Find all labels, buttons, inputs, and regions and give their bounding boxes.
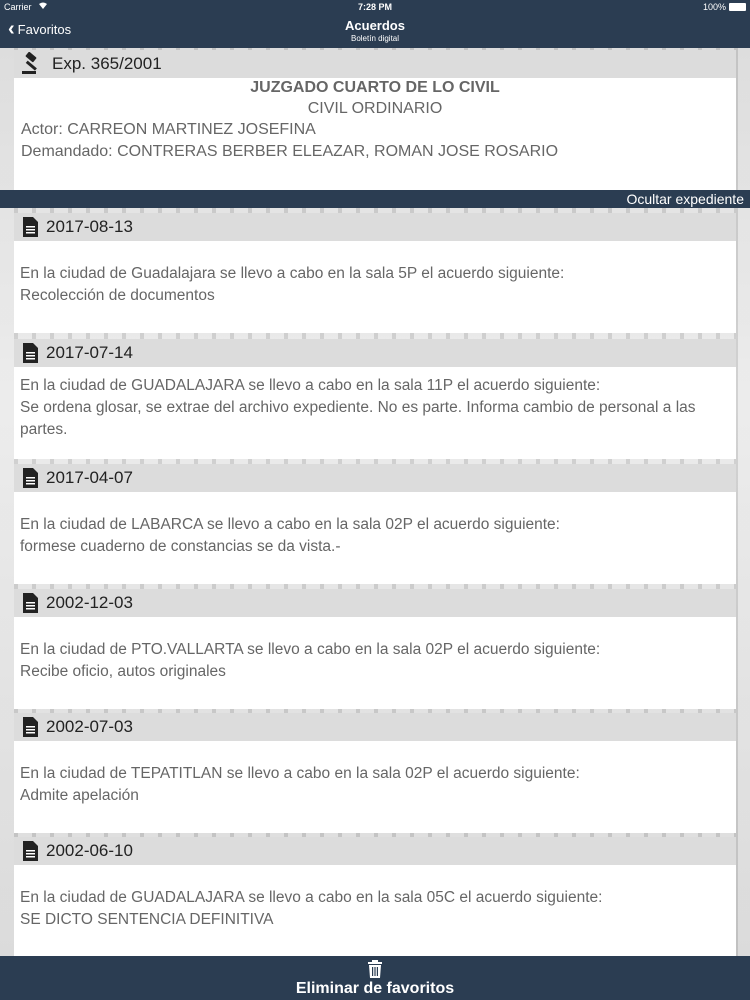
acuerdo-date: 2002-12-03 bbox=[46, 593, 133, 612]
expediente-header: Exp. 365/2001 bbox=[14, 50, 736, 78]
status-time: 7:28 PM bbox=[357, 2, 392, 12]
document-icon bbox=[23, 217, 38, 237]
acuerdo-description: Se ordena glosar, se extrae del archivo … bbox=[20, 399, 696, 438]
acuerdo-header: 2017-08-13 bbox=[14, 213, 736, 241]
acuerdo-location: En la ciudad de Guadalajara se llevo a c… bbox=[20, 265, 565, 282]
document-icon bbox=[23, 468, 38, 488]
document-icon bbox=[23, 593, 38, 613]
trash-icon bbox=[368, 960, 382, 978]
acuerdo-location: En la ciudad de GUADALAJARA se llevo a c… bbox=[20, 377, 601, 394]
acuerdo-date: 2002-07-03 bbox=[46, 717, 133, 736]
acuerdo-header: 2017-04-07 bbox=[14, 464, 736, 492]
remove-favorite-button[interactable]: Eliminar de favoritos bbox=[0, 956, 750, 1000]
acuerdo-date: 2017-08-13 bbox=[46, 217, 133, 236]
acuerdo-description: Recibe oficio, autos originales bbox=[20, 663, 226, 680]
expediente-number: Exp. 365/2001 bbox=[52, 54, 162, 73]
acuerdo-location: En la ciudad de PTO.VALLARTA se llevo a … bbox=[20, 641, 601, 658]
gavel-icon bbox=[22, 52, 37, 74]
acuerdo-location: En la ciudad de LABARCA se llevo a cabo … bbox=[20, 516, 560, 533]
acuerdo-header: 2002-06-10 bbox=[14, 837, 736, 865]
acuerdo-body: En la ciudad de PTO.VALLARTA se llevo a … bbox=[20, 639, 730, 683]
navigation-bar: ‹ Favoritos Acuerdos Boletín digital bbox=[0, 14, 750, 48]
acuerdo-item[interactable]: 2002-06-10 En la ciudad de GUADALAJARA s… bbox=[14, 837, 736, 957]
acuerdo-description: SE DICTO SENTENCIA DEFINITIVA bbox=[20, 911, 274, 928]
actor-text: Actor: CARREON MARTINEZ JOSEFINA bbox=[21, 121, 316, 138]
battery-percent: 100% bbox=[702, 2, 726, 12]
acuerdo-body: En la ciudad de TEPATITLAN se llevo a ca… bbox=[20, 763, 730, 807]
acuerdo-body: En la ciudad de LABARCA se llevo a cabo … bbox=[20, 514, 730, 558]
acuerdo-item[interactable]: 2017-08-13 En la ciudad de Guadalajara s… bbox=[14, 213, 736, 333]
battery-icon bbox=[729, 3, 746, 11]
acuerdo-location: En la ciudad de GUADALAJARA se llevo a c… bbox=[20, 889, 603, 906]
acuerdo-item[interactable]: 2002-12-03 En la ciudad de PTO.VALLARTA … bbox=[14, 589, 736, 709]
document-icon bbox=[23, 343, 38, 363]
acuerdo-item[interactable]: 2017-04-07 En la ciudad de LABARCA se ll… bbox=[14, 464, 736, 584]
case-type: CIVIL ORDINARIO bbox=[307, 100, 443, 117]
acuerdo-body: En la ciudad de GUADALAJARA se llevo a c… bbox=[20, 887, 730, 931]
acuerdo-item[interactable]: 2017-07-14 En la ciudad de GUADALAJARA s… bbox=[14, 339, 736, 459]
court-name: JUZGADO CUARTO DE LO CIVIL bbox=[250, 79, 500, 96]
acuerdo-location: En la ciudad de TEPATITLAN se llevo a ca… bbox=[20, 765, 580, 782]
acuerdo-date: 2017-07-14 bbox=[46, 343, 133, 362]
acuerdo-body: En la ciudad de GUADALAJARA se llevo a c… bbox=[20, 375, 730, 441]
page-title: Acuerdos bbox=[345, 18, 405, 33]
acuerdo-body: En la ciudad de Guadalajara se llevo a c… bbox=[20, 263, 730, 307]
acuerdo-header: 2002-07-03 bbox=[14, 713, 736, 741]
document-icon bbox=[23, 717, 38, 737]
acuerdo-description: Admite apelación bbox=[20, 787, 139, 804]
remove-favorite-label: Eliminar de favoritos bbox=[295, 980, 455, 997]
acuerdo-header: 2017-07-14 bbox=[14, 339, 736, 367]
acuerdo-date: 2002-06-10 bbox=[46, 841, 133, 860]
acuerdo-header: 2002-12-03 bbox=[14, 589, 736, 617]
status-bar: Carrier 7:28 PM 100% bbox=[0, 0, 750, 14]
document-icon bbox=[23, 841, 38, 861]
expediente-card: Exp. 365/2001 JUZGADO CUARTO DE LO CIVIL… bbox=[14, 50, 736, 190]
page-subtitle: Boletín digital bbox=[350, 34, 400, 43]
acuerdo-date: 2017-04-07 bbox=[46, 468, 133, 487]
acuerdo-description: formese cuaderno de constancias se da vi… bbox=[20, 538, 341, 555]
hide-expediente-button[interactable]: Ocultar expediente bbox=[0, 190, 750, 208]
acuerdo-item[interactable]: 2002-07-03 En la ciudad de TEPATITLAN se… bbox=[14, 713, 736, 833]
acuerdo-description: Recolección de documentos bbox=[20, 287, 215, 304]
demandado-text: Demandado: CONTRERAS BERBER ELEAZAR, ROM… bbox=[21, 143, 559, 160]
